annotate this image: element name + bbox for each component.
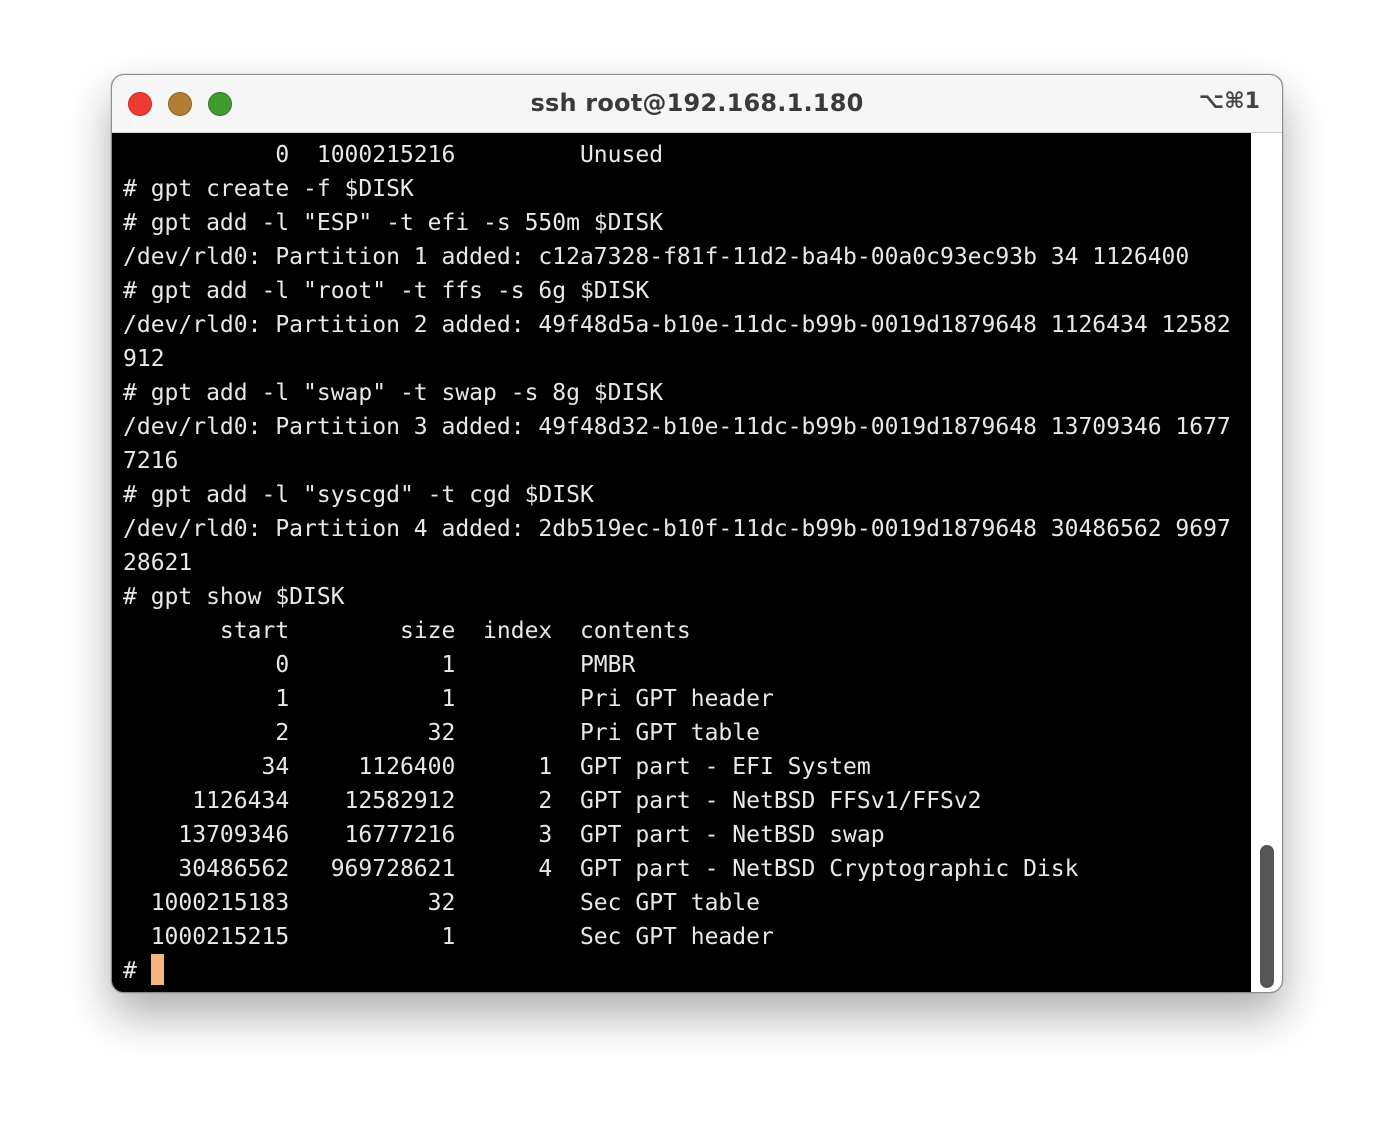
terminal-line: 912 xyxy=(123,346,165,372)
terminal-line: 0 1000215216 Unused xyxy=(123,142,664,168)
terminal-line: # gpt show $DISK xyxy=(123,584,345,610)
window-title: ssh root@192.168.1.180 xyxy=(530,89,864,117)
terminal-line: start size index contents xyxy=(123,618,691,644)
terminal-output[interactable]: 0 1000215216 Unused # gpt create -f $DIS… xyxy=(112,133,1251,992)
terminal-line: # gpt add -l "swap" -t swap -s 8g $DISK xyxy=(123,380,664,406)
terminal-line: # gpt add -l "root" -t ffs -s 6g $DISK xyxy=(123,278,650,304)
terminal-line: 1126434 12582912 2 GPT part - NetBSD FFS… xyxy=(123,788,982,814)
terminal-line: 0 1 PMBR xyxy=(123,652,636,678)
terminal-line: 30486562 969728621 4 GPT part - NetBSD C… xyxy=(123,856,1079,882)
terminal-line: 1000215183 32 Sec GPT table xyxy=(123,890,760,916)
terminal-line: 28621 xyxy=(123,550,193,576)
text-cursor xyxy=(150,954,164,985)
shell-prompt: # xyxy=(123,958,137,984)
terminal-line: /dev/rld0: Partition 1 added: c12a7328-f… xyxy=(123,244,1190,270)
terminal-line: # gpt add -l "syscgd" -t cgd $DISK xyxy=(123,482,594,508)
title-bar[interactable]: ssh root@192.168.1.180 ⌥⌘1 xyxy=(112,75,1282,133)
terminal-window: ssh root@192.168.1.180 ⌥⌘1 0 1000215216 … xyxy=(111,74,1283,993)
terminal-line: # gpt create -f $DISK xyxy=(123,176,414,202)
terminal-line: 2 32 Pri GPT table xyxy=(123,720,760,746)
window-shortcut: ⌥⌘1 xyxy=(1198,89,1260,114)
scrollbar-track[interactable] xyxy=(1251,133,1282,992)
terminal-line: # gpt add -l "ESP" -t efi -s 550m $DISK xyxy=(123,210,664,236)
terminal-line: 1 1 Pri GPT header xyxy=(123,686,774,712)
terminal-line: /dev/rld0: Partition 4 added: 2db519ec-b… xyxy=(123,516,1231,542)
terminal-line: 13709346 16777216 3 GPT part - NetBSD sw… xyxy=(123,822,885,848)
terminal-line: /dev/rld0: Partition 2 added: 49f48d5a-b… xyxy=(123,312,1231,338)
terminal-line: 1000215215 1 Sec GPT header xyxy=(123,924,774,950)
terminal-line: /dev/rld0: Partition 3 added: 49f48d32-b… xyxy=(123,414,1231,440)
terminal-lines: 0 1000215216 Unused # gpt create -f $DIS… xyxy=(123,138,1231,954)
scrollbar-thumb[interactable] xyxy=(1260,845,1274,988)
terminal-line: 34 1126400 1 GPT part - EFI System xyxy=(123,754,871,780)
prompt-line[interactable]: # xyxy=(123,954,164,988)
terminal-line: 7216 xyxy=(123,448,179,474)
